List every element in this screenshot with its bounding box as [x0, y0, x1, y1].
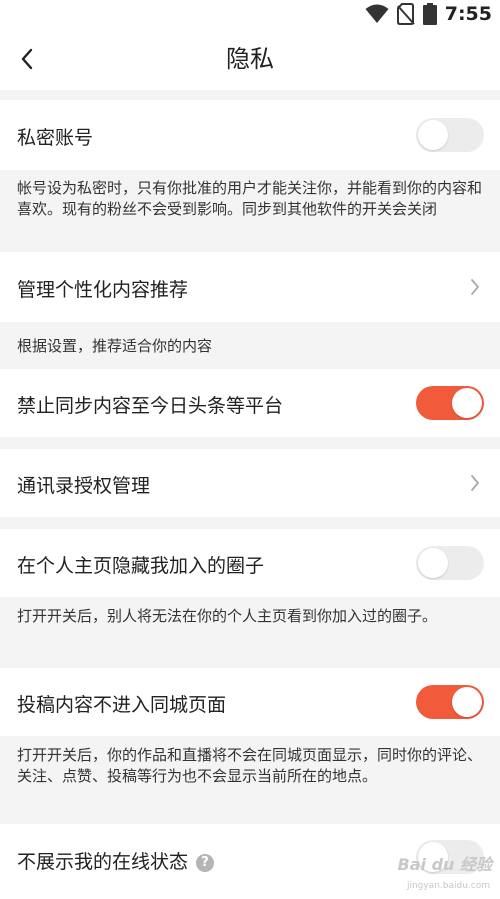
private-account-row[interactable]: 私密账号 — [0, 100, 500, 170]
chevron-left-icon — [21, 48, 33, 70]
watermark-url: jingyan.baidu.com — [406, 881, 490, 891]
local-page-toggle[interactable] — [416, 685, 484, 719]
toggle-knob — [452, 687, 482, 717]
watermark-logo: Bai du 经验 — [397, 855, 492, 874]
battery-icon — [422, 3, 437, 25]
local-page-row[interactable]: 投稿内容不进入同城页面 — [0, 668, 500, 736]
private-account-toggle[interactable] — [416, 118, 484, 152]
local-page-description: 打开开关后，你的作品和直播将不会在同城页面显示，同时你的评论、关注、点赞、投稿等… — [17, 746, 483, 785]
no-sim-icon — [396, 3, 415, 25]
wifi-icon — [365, 4, 389, 23]
toggle-knob — [418, 120, 448, 150]
toggle-knob — [452, 388, 482, 418]
private-account-label: 私密账号 — [17, 127, 94, 149]
page-title: 隐私 — [226, 45, 274, 73]
contacts-label: 通讯录授权管理 — [17, 475, 151, 497]
help-icon[interactable]: ? — [196, 854, 215, 872]
private-account-description: 帐号设为私密时，只有你批准的用户才能关注你，并能看到你的内容和喜欢。现有的粉丝不… — [17, 179, 483, 218]
local-page-label: 投稿内容不进入同城页面 — [17, 694, 227, 716]
header: 隐私 — [0, 28, 500, 90]
personalized-description: 根据设置，推荐适合你的内容 — [17, 337, 213, 355]
chevron-right-icon — [471, 475, 479, 491]
status-bar: 7:55 — [0, 0, 500, 28]
chevron-right-icon — [471, 279, 479, 295]
personalized-label: 管理个性化内容推荐 — [17, 279, 189, 301]
hide-circles-row[interactable]: 在个人主页隐藏我加入的圈子 — [0, 529, 500, 597]
hide-circles-description: 打开开关后，别人将无法在你的个人主页看到你加入过的圈子。 — [17, 607, 438, 625]
contacts-row[interactable]: 通讯录授权管理 — [0, 449, 500, 517]
hide-circles-label: 在个人主页隐藏我加入的圈子 — [17, 555, 265, 577]
personalized-row[interactable]: 管理个性化内容推荐 — [0, 252, 500, 322]
disable-sync-label: 禁止同步内容至今日头条等平台 — [17, 395, 284, 417]
toggle-knob — [418, 548, 448, 578]
disable-sync-row[interactable]: 禁止同步内容至今日头条等平台 — [0, 369, 500, 437]
disable-sync-toggle[interactable] — [416, 386, 484, 420]
back-button[interactable] — [10, 42, 44, 76]
online-status-label-wrap: 不展示我的在线状态? — [17, 847, 215, 874]
online-status-label: 不展示我的在线状态 — [17, 851, 189, 873]
hide-circles-toggle[interactable] — [416, 546, 484, 580]
status-time: 7:55 — [444, 3, 492, 25]
status-icons: 7:55 — [365, 0, 492, 28]
